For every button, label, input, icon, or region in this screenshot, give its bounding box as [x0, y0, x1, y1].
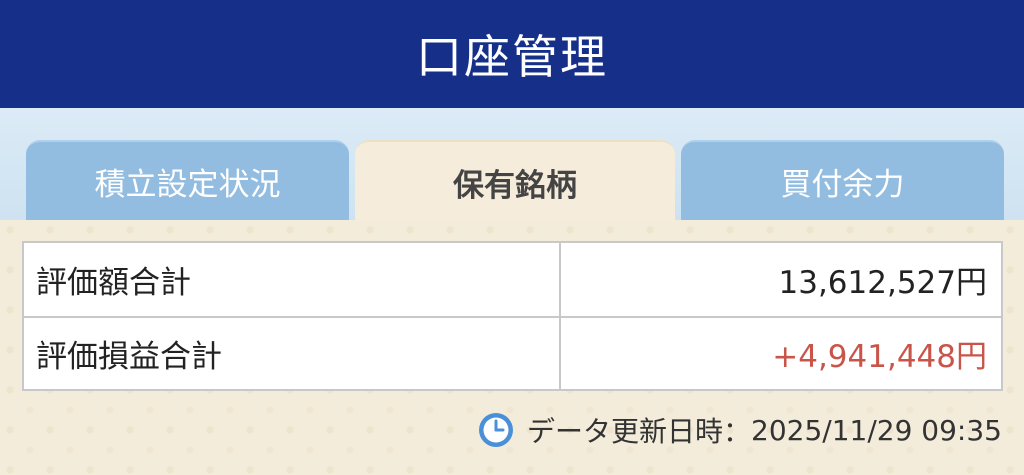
tab-holdings[interactable]: 保有銘柄 — [355, 140, 675, 222]
tab-label: 保有銘柄 — [453, 167, 577, 204]
tab-label: 買付余力 — [780, 166, 905, 203]
total-gain-loss-label: 評価損益合計 — [24, 318, 561, 389]
clock-icon — [477, 411, 515, 449]
update-label: データ更新日時： — [527, 415, 752, 448]
tab-buying-power[interactable]: 買付余力 — [681, 140, 1004, 220]
update-datetime: 2025/11/29 09:35 — [751, 413, 1002, 447]
table-row: 評価額合計 13,612,527円 — [24, 243, 1001, 318]
tab-investment-settings[interactable]: 積立設定状況 — [26, 140, 349, 220]
total-valuation-label: 評価額合計 — [24, 243, 561, 316]
account-management-screen: 口座管理 積立設定状況 保有銘柄 買付余力 評価額合計 13,612,527円 … — [0, 0, 1024, 475]
total-valuation-value: 13,612,527円 — [778, 265, 988, 301]
table-row: 評価損益合計 +4,941,448円 — [24, 318, 1001, 389]
holdings-summary-table: 評価額合計 13,612,527円 評価損益合計 +4,941,448円 — [22, 241, 1003, 391]
data-update-timestamp: データ更新日時： 2025/11/29 09:35 — [477, 408, 1002, 452]
app-header: 口座管理 — [0, 0, 1024, 108]
tab-label: 積立設定状況 — [94, 166, 281, 203]
page-title: 口座管理 — [416, 30, 608, 84]
total-gain-loss-value: +4,941,448円 — [772, 339, 987, 375]
